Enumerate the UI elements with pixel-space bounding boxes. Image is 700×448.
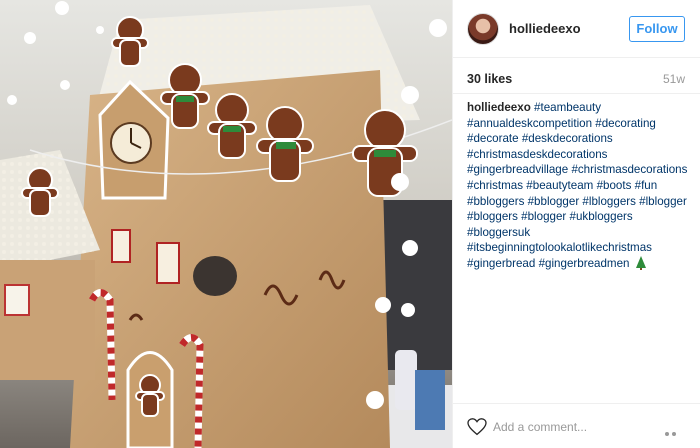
hashtag-link[interactable]: #bloggersuk	[467, 226, 530, 239]
post-sidebar: holliedeexo Follow 30 likes 51w holliede…	[452, 0, 700, 448]
hashtag-link[interactable]: #itsbeginningtolookalotlikechristmas	[467, 241, 652, 254]
hashtag-link[interactable]: #bblogger	[528, 195, 580, 208]
post-age[interactable]: 51w	[663, 72, 685, 86]
post-meta: 30 likes 51w	[453, 58, 700, 94]
hashtag-list: #teambeauty #annualdeskcompetition #deco…	[467, 101, 687, 270]
hashtag-link[interactable]: #gingerbread	[467, 257, 535, 270]
follow-button[interactable]: Follow	[629, 16, 685, 42]
more-options-icon[interactable]	[665, 423, 685, 436]
christmas-tree-icon	[635, 255, 646, 270]
hashtag-link[interactable]: #lblogger	[639, 195, 687, 208]
hashtag-link[interactable]: #fun	[635, 179, 658, 192]
post-photo[interactable]	[0, 0, 452, 448]
hashtag-link[interactable]: #bbloggers	[467, 195, 524, 208]
hashtag-link[interactable]: #blogger	[521, 210, 566, 223]
hashtag-link[interactable]: #christmas	[467, 179, 523, 192]
likes-count[interactable]: 30 likes	[467, 72, 512, 86]
hashtag-link[interactable]: #beautyteam	[526, 179, 593, 192]
hashtag-link[interactable]: #boots	[597, 179, 632, 192]
caption-author[interactable]: holliedeexo	[467, 101, 531, 114]
hashtag-link[interactable]: #deskdecorations	[522, 132, 613, 145]
hashtag-link[interactable]: #gingerbreadmen	[539, 257, 630, 270]
hashtag-link[interactable]: #lbloggers	[582, 195, 636, 208]
hashtag-link[interactable]: #ukbloggers	[570, 210, 633, 223]
hashtag-link[interactable]: #christmasdeskdecorations	[467, 148, 607, 161]
hashtag-link[interactable]: #gingerbreadvillage	[467, 163, 568, 176]
username-link[interactable]: holliedeexo	[509, 21, 581, 36]
hashtag-link[interactable]: #teambeauty	[534, 101, 601, 114]
comment-bar	[453, 403, 700, 448]
hashtag-link[interactable]: #bloggers	[467, 210, 518, 223]
hashtag-link[interactable]: #decorate	[467, 132, 519, 145]
hashtag-link[interactable]: #decorating	[595, 117, 656, 130]
heart-icon[interactable]	[467, 418, 487, 436]
gingerbread-house-photo	[0, 0, 452, 448]
hashtag-link[interactable]: #annualdeskcompetition	[467, 117, 592, 130]
caption: holliedeexo #teambeauty #annualdeskcompe…	[467, 100, 693, 272]
comment-input[interactable]	[493, 416, 653, 438]
post-header: holliedeexo Follow	[453, 0, 700, 58]
instagram-post: holliedeexo Follow 30 likes 51w holliede…	[0, 0, 700, 448]
avatar[interactable]	[467, 13, 499, 45]
hashtag-link[interactable]: #christmasdecorations	[571, 163, 687, 176]
